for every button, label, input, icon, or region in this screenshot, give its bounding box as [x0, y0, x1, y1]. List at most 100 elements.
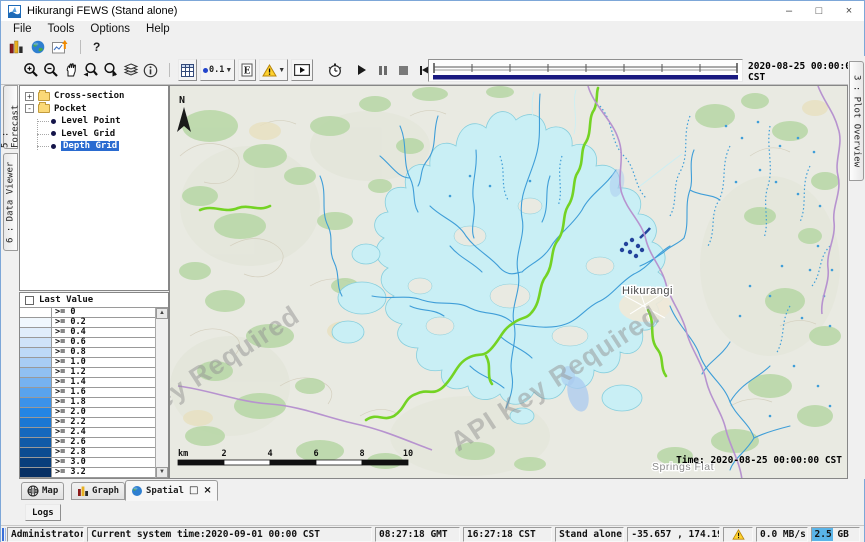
- zoom-previous-button[interactable]: [81, 60, 100, 81]
- svg-text:N: N: [179, 95, 185, 106]
- tab-forecast[interactable]: 5 : Forecast: [3, 85, 18, 149]
- legend-row[interactable]: >= 1.0: [20, 358, 155, 368]
- maximize-panel-icon[interactable]: □: [189, 485, 198, 496]
- legend-row[interactable]: >= 0.8: [20, 348, 155, 358]
- legend-row[interactable]: >= 1.2: [20, 368, 155, 378]
- thresholds-button[interactable]: ▼: [259, 59, 288, 81]
- status-mode: Stand alone: [555, 527, 624, 542]
- map-canvas[interactable]: API Key Required API Key Required Hikura…: [170, 86, 847, 478]
- zoom-next-button[interactable]: [101, 60, 120, 81]
- legend-row[interactable]: >= 0.2: [20, 318, 155, 328]
- play-button[interactable]: [351, 61, 372, 79]
- toolbar-separator: [80, 40, 81, 54]
- help-button[interactable]: ?: [89, 40, 104, 54]
- map-view[interactable]: API Key Required API Key Required Hikura…: [169, 85, 848, 479]
- legend-swatch: [20, 408, 52, 418]
- labels-button[interactable]: E: [238, 59, 256, 81]
- menu-help[interactable]: Help: [138, 23, 178, 35]
- tab-spatial[interactable]: Spatial □ ×: [125, 480, 218, 501]
- svg-text:6: 6: [313, 449, 318, 459]
- layers-icon: [123, 62, 139, 78]
- zoom-out-button[interactable]: [41, 60, 60, 81]
- dot-icon: [203, 68, 208, 73]
- last-value-checkbox[interactable]: [25, 296, 34, 305]
- expand-icon[interactable]: +: [25, 92, 34, 101]
- time-slider-track: [429, 60, 742, 81]
- menu-options[interactable]: Options: [82, 23, 138, 35]
- close-button[interactable]: ×: [834, 1, 864, 21]
- legend-scrollbar[interactable]: ▲ ▼: [155, 308, 168, 478]
- legend-row[interactable]: >= 0.6: [20, 338, 155, 348]
- status-warning[interactable]: [723, 527, 753, 542]
- menu-file[interactable]: File: [5, 23, 40, 35]
- close-panel-icon[interactable]: ×: [203, 485, 211, 496]
- stop-button[interactable]: [393, 61, 414, 79]
- menu-tools[interactable]: Tools: [40, 23, 83, 35]
- menu-bar: File Tools Options Help: [1, 21, 864, 37]
- legend-row[interactable]: >= 1.8: [20, 398, 155, 408]
- legend-panel: Last Value >= 0>= 0.2>= 0.4>= 0.6>= 0.8>…: [19, 292, 169, 479]
- pause-button[interactable]: [372, 61, 393, 79]
- legend-row[interactable]: >= 1.4: [20, 378, 155, 388]
- scroll-up-icon[interactable]: ▲: [156, 308, 168, 319]
- legend-list: >= 0>= 0.2>= 0.4>= 0.6>= 0.8>= 1.0>= 1.2…: [20, 308, 155, 478]
- legend-swatch: [20, 348, 52, 358]
- svg-text:4: 4: [267, 449, 272, 459]
- fews-logo-icon: [8, 5, 21, 18]
- legend-row[interactable]: >= 2.6: [20, 438, 155, 448]
- pan-button[interactable]: [61, 60, 80, 81]
- map-display-button[interactable]: [28, 38, 48, 55]
- time-slider[interactable]: [428, 59, 743, 82]
- legend-row[interactable]: >= 3.0: [20, 458, 155, 468]
- tab-plot-overview[interactable]: 3 : Plot Overview: [849, 61, 864, 181]
- animation-settings-button[interactable]: [324, 61, 345, 79]
- logs-button[interactable]: Logs: [25, 504, 61, 521]
- status-memory[interactable]: 2.5 GB: [811, 527, 860, 542]
- tab-spatial-label: Spatial: [146, 486, 184, 496]
- tree-item-cross-section[interactable]: Cross-section: [54, 91, 124, 101]
- folder-icon: [38, 92, 50, 101]
- legend-title: Last Value: [39, 295, 93, 305]
- tree-item-depth-grid[interactable]: Depth Grid: [61, 141, 119, 151]
- tab-graph[interactable]: Graph: [71, 482, 125, 500]
- stopwatch-icon: [327, 62, 343, 78]
- grid-display-button[interactable]: [178, 59, 197, 81]
- left-panel: + Cross-section - Pocket Level Point Lev…: [19, 85, 169, 479]
- info-icon: [143, 63, 158, 78]
- statusbar-grip-icon: [2, 528, 6, 541]
- legend-swatch: [20, 438, 52, 448]
- info-button[interactable]: [141, 60, 160, 81]
- scroll-down-icon[interactable]: ▼: [156, 467, 168, 478]
- legend-row[interactable]: >= 3.2: [20, 468, 155, 478]
- tab-data-viewer[interactable]: 6 : Data Viewer: [3, 153, 18, 251]
- legend-row[interactable]: >= 0: [20, 308, 155, 318]
- legend-row[interactable]: >= 2.4: [20, 428, 155, 438]
- legend-swatch: [20, 458, 52, 468]
- legend-row[interactable]: >= 2.2: [20, 418, 155, 428]
- bottom-tab-bar: Map Graph Spatial □ ×: [1, 479, 864, 501]
- legend-row[interactable]: >= 2.8: [20, 448, 155, 458]
- layers-button[interactable]: [121, 60, 140, 81]
- database-display-button[interactable]: [6, 38, 26, 55]
- zoom-in-button[interactable]: [21, 60, 40, 81]
- legend-row[interactable]: >= 0.4: [20, 328, 155, 338]
- maximize-button[interactable]: □: [804, 1, 834, 21]
- tab-map[interactable]: Map: [21, 482, 64, 500]
- tree-item-level-grid[interactable]: Level Grid: [61, 129, 115, 139]
- legend-swatch: [20, 328, 52, 338]
- grid-icon: [181, 64, 194, 77]
- left-tab-strip: 5 : Forecast 6 : Data Viewer: [1, 85, 19, 479]
- timeseries-display-button[interactable]: [50, 38, 70, 55]
- stop-icon: [399, 66, 408, 75]
- legend-swatch: [20, 418, 52, 428]
- tree-item-pocket[interactable]: Pocket: [54, 104, 87, 114]
- label-e-icon: E: [241, 63, 253, 77]
- tree-item-level-point[interactable]: Level Point: [61, 116, 121, 126]
- collapse-icon[interactable]: -: [25, 104, 34, 113]
- minimize-button[interactable]: –: [774, 1, 804, 21]
- animation-button[interactable]: [291, 59, 313, 81]
- legend-row[interactable]: >= 2.0: [20, 408, 155, 418]
- legend-swatch: [20, 338, 52, 348]
- decimal-precision-button[interactable]: 0.1▼: [200, 59, 235, 81]
- legend-row[interactable]: >= 1.6: [20, 388, 155, 398]
